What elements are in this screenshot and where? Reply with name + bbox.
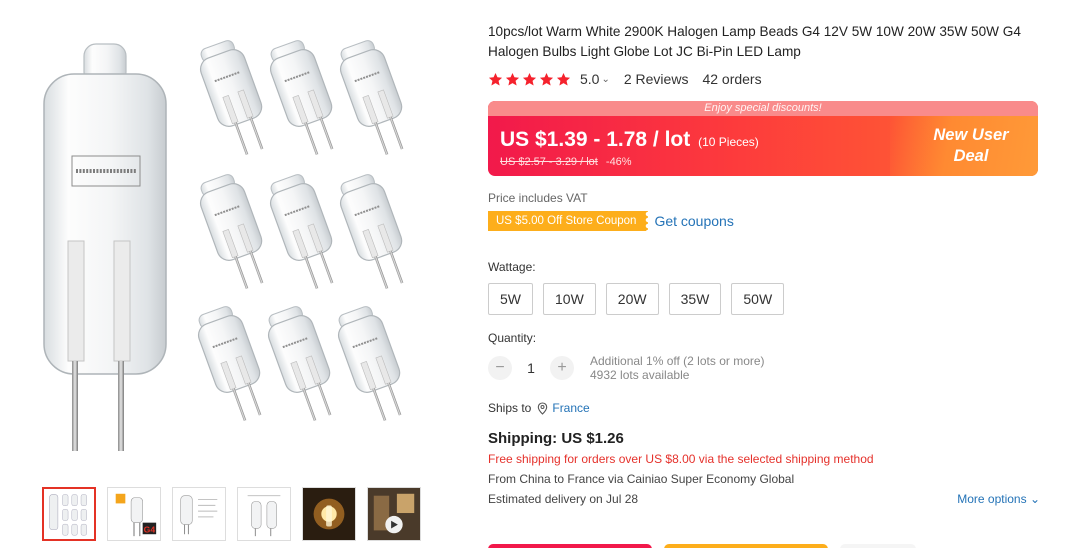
new-user-line2: Deal: [953, 147, 989, 165]
star-icon: [539, 72, 554, 85]
thumbnail-lit-bulb[interactable]: [302, 487, 356, 541]
price-banner-box: Enjoy special discounts! US $1.39 - 1.78…: [488, 101, 1038, 176]
small-bulbs-grid: [190, 35, 417, 427]
price-pieces: (10 Pieces): [698, 135, 759, 149]
new-user-line1: New User: [933, 126, 1009, 144]
original-price: US $2.57 - 3.29 / lot -46%: [500, 156, 632, 168]
rating-row: 5.0 ⌄ 2 Reviews 42 orders: [488, 71, 1043, 87]
wattage-option-5w[interactable]: 5W: [488, 283, 533, 315]
stock-available: 4932 lots available: [590, 368, 690, 382]
store-coupon-badge[interactable]: US $5.00 Off Store Coupon: [488, 211, 649, 231]
large-bulb-illustration: [43, 43, 167, 451]
discount-percent: -46%: [605, 156, 632, 168]
star-icon: [505, 72, 520, 85]
buy-now-button[interactable]: [488, 544, 652, 548]
action-buttons-strip: [488, 544, 916, 548]
product-info: 10pcs/lot Warm White 2900K Halogen Lamp …: [488, 22, 1043, 506]
more-options-label: More options: [957, 492, 1027, 506]
quantity-decrease-button[interactable]: −: [488, 356, 512, 380]
more-options-link[interactable]: More options ⌄: [957, 492, 1040, 506]
estimated-delivery: Estimated delivery on Jul 28: [488, 492, 639, 506]
wattage-options: 5W 10W 20W 35W 50W: [488, 283, 1043, 315]
thumbnail-spec[interactable]: [172, 487, 226, 541]
thumbnail-g4-label[interactable]: G4: [107, 487, 161, 541]
bulk-discount-note: Additional 1% off (2 lots or more): [590, 354, 765, 368]
product-title: 10pcs/lot Warm White 2900K Halogen Lamp …: [488, 24, 1021, 59]
thumbnail-10pcs[interactable]: [42, 487, 96, 541]
quantity-label: Quantity:: [488, 331, 537, 345]
star-rating: [488, 72, 573, 87]
quantity-notes: Additional 1% off (2 lots or more) 4932 …: [590, 354, 765, 382]
star-icon: [556, 72, 571, 85]
star-icon: [522, 72, 537, 85]
original-price-value: US $2.57 - 3.29 / lot: [500, 156, 598, 168]
thumbnail-in-use[interactable]: [367, 487, 421, 541]
delivery-row: Estimated delivery on Jul 28 More option…: [488, 492, 1040, 506]
rating-value[interactable]: 5.0: [580, 71, 599, 87]
wattage-label: Wattage:: [488, 260, 536, 274]
quantity-input[interactable]: 1: [512, 356, 550, 380]
ship-country-link[interactable]: France: [552, 401, 589, 415]
current-price: US $1.39 - 1.78 / lot (10 Pieces): [500, 128, 759, 152]
location-pin-icon: [538, 401, 548, 415]
reviews-link[interactable]: 2 Reviews: [624, 71, 689, 87]
star-icon: [488, 72, 503, 85]
main-product-image[interactable]: [22, 16, 442, 466]
wattage-option-35w[interactable]: 35W: [668, 283, 722, 315]
thumbnail-high-temp[interactable]: [237, 487, 291, 541]
get-coupons-link[interactable]: Get coupons: [654, 213, 733, 229]
add-to-cart-button[interactable]: [664, 544, 828, 548]
ships-to-label: Ships to: [488, 401, 532, 415]
chevron-down-icon[interactable]: ⌄: [601, 74, 609, 85]
wattage-option-10w[interactable]: 10W: [543, 283, 596, 315]
free-shipping-note: Free shipping for orders over US $8.00 v…: [488, 452, 874, 466]
shipping-route: From China to France via Cainiao Super E…: [488, 472, 795, 486]
wattage-option-50w[interactable]: 50W: [731, 283, 785, 315]
current-price-value: US $1.39 - 1.78 / lot: [500, 128, 691, 151]
thumbnail-strip: G4: [42, 487, 432, 541]
discount-banner: Enjoy special discounts!: [488, 101, 1038, 116]
wattage-option-20w[interactable]: 20W: [605, 283, 659, 315]
quantity-increase-button[interactable]: +: [550, 356, 574, 380]
orders-count: 42 orders: [702, 71, 762, 87]
chevron-down-icon: ⌄: [1029, 492, 1040, 506]
coupon-row: US $5.00 Off Store Coupon Get coupons: [488, 211, 1043, 231]
vat-note: Price includes VAT: [488, 191, 588, 205]
shipping-cost: Shipping: US $1.26: [488, 430, 624, 447]
ships-to-row: Ships to France: [488, 401, 1043, 415]
new-user-deal-badge[interactable]: New User Deal: [890, 116, 1038, 176]
quantity-stepper: − 1 + Additional 1% off (2 lots or more)…: [488, 354, 1043, 382]
wishlist-button[interactable]: [840, 544, 916, 548]
thumbnail-caption: G4: [144, 524, 156, 534]
